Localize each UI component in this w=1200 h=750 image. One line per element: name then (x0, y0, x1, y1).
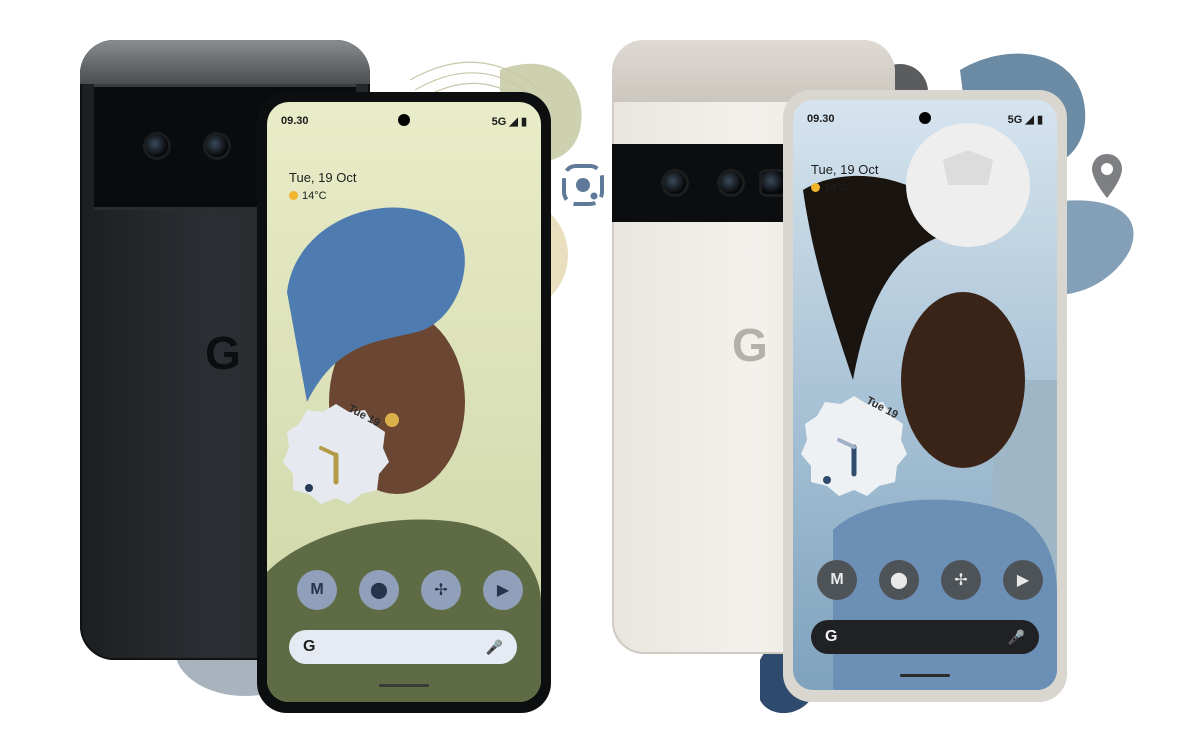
maps-icon[interactable]: ⬤ (879, 560, 919, 600)
google-g-icon: G (303, 638, 316, 655)
status-network: 5G ◢ ▮ (1008, 113, 1043, 126)
app-dock: M ⬤ ✢ ▶ (817, 560, 1043, 600)
search-bar[interactable]: G 🎤 (811, 620, 1039, 654)
pinwheel-icon[interactable]: ✢ (421, 570, 461, 610)
status-time: 09.30 (281, 115, 309, 127)
app-dock: M ⬤ ✢ ▶ (297, 570, 523, 610)
camera-punch-hole (919, 112, 931, 124)
status-time: 09.30 (807, 113, 835, 125)
location-pin-icon (1092, 154, 1122, 198)
pinwheel-icon[interactable]: ✢ (941, 560, 981, 600)
date-label: Tue, 19 Oct (811, 162, 879, 177)
google-g-icon: G (825, 628, 838, 645)
date-label: Tue, 19 Oct (289, 170, 357, 185)
gesture-bar[interactable] (379, 684, 429, 687)
camera-lens (664, 172, 686, 194)
mic-icon[interactable]: 🎤 (486, 639, 503, 656)
temperature: 14°C (824, 182, 849, 194)
google-logo: G (732, 319, 768, 371)
mic-icon[interactable]: 🎤 (1008, 629, 1025, 646)
clock-widget: Tue 19 (281, 400, 391, 510)
youtube-icon[interactable]: ▶ (1003, 560, 1043, 600)
home-screen: 09.30 5G ◢ ▮ Tue, 19 Oct 14°C Tue 19 M ⬤… (793, 100, 1057, 690)
camera-lens (720, 172, 742, 194)
clock-widget: Tue 19 (799, 392, 909, 502)
camera-bar-top (80, 40, 370, 84)
light-phone-front: 09.30 5G ◢ ▮ Tue, 19 Oct 14°C Tue 19 M ⬤… (783, 90, 1067, 702)
gmail-icon[interactable]: M (297, 570, 337, 610)
weather-label: 14°C (811, 182, 849, 194)
camera-punch-hole (398, 114, 410, 126)
youtube-icon[interactable]: ▶ (483, 570, 523, 610)
home-screen: 09.30 5G ◢ ▮ Tue, 19 Oct 14°C Tue 19 M ⬤… (267, 102, 541, 702)
network-label: 5G (1007, 114, 1023, 126)
dark-phone-front: 09.30 5G ◢ ▮ Tue, 19 Oct 14°C Tue 19 M ⬤… (257, 92, 551, 713)
camera-lens (206, 135, 228, 157)
status-network: 5G ◢ ▮ (492, 115, 527, 128)
gesture-bar[interactable] (900, 674, 950, 677)
signal-icon: ◢ (1025, 114, 1034, 126)
battery-icon: ▮ (1036, 114, 1043, 126)
network-label: 5G (491, 116, 507, 128)
signal-icon: ◢ (509, 116, 518, 128)
sun-icon (811, 183, 820, 192)
temperature: 14°C (302, 190, 327, 202)
camera-lens (146, 135, 168, 157)
maps-icon[interactable]: ⬤ (359, 570, 399, 610)
sun-icon (289, 191, 298, 200)
battery-icon: ▮ (520, 116, 527, 128)
search-bar[interactable]: G 🎤 (289, 630, 517, 664)
google-lens-icon (562, 164, 604, 206)
gmail-icon[interactable]: M (817, 560, 857, 600)
weather-label: 14°C (289, 190, 327, 202)
camera-lens (762, 172, 784, 194)
google-logo: G (205, 327, 241, 379)
